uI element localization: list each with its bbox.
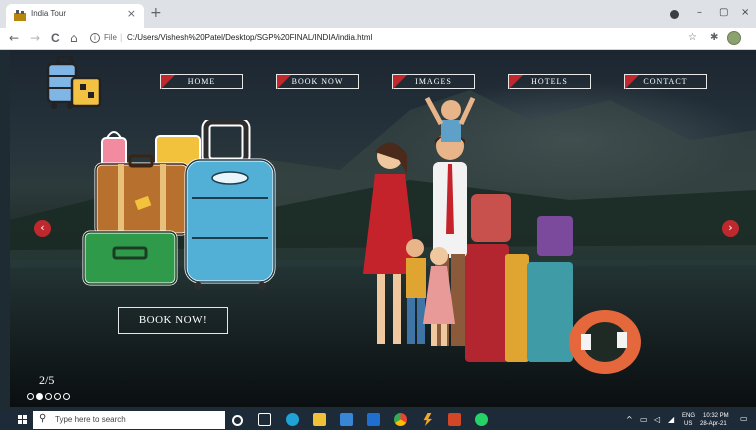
home-button[interactable]: ⌂ (70, 31, 78, 45)
carousel-dot[interactable] (36, 393, 43, 400)
carousel-prev-button[interactable]: ‹ (34, 220, 51, 237)
maximize-button[interactable]: ▢ (719, 7, 728, 18)
nav-label: IMAGES (415, 77, 452, 86)
tab-close-icon[interactable]: × (127, 7, 136, 20)
whatsapp-icon[interactable] (475, 413, 488, 426)
power-automate-icon[interactable] (423, 413, 433, 426)
powerpoint-icon[interactable] (448, 413, 461, 426)
mail-icon[interactable] (367, 413, 380, 426)
taskbar: ⚲ Type here to search ^ ▭ ◁ ◢ ENG US 10:… (0, 410, 756, 430)
carousel-dot[interactable] (54, 393, 61, 400)
search-icon: ⚲ (39, 413, 47, 424)
task-view-icon[interactable] (258, 413, 271, 426)
carousel-dot[interactable] (63, 393, 70, 400)
language-top[interactable]: ENG (682, 413, 695, 420)
browser-tab-bar: India Tour × + – ▢ × (0, 0, 756, 28)
star-icon[interactable]: ☆ (688, 32, 697, 43)
nav-book-now[interactable]: BOOK NOW (276, 74, 359, 89)
taskbar-search-input[interactable]: ⚲ Type here to search (33, 411, 225, 429)
nav-images[interactable]: IMAGES (392, 74, 475, 89)
network-icon[interactable]: ◢ (668, 415, 674, 424)
avatar[interactable] (727, 31, 741, 45)
info-icon[interactable]: i (90, 33, 100, 43)
clock-date[interactable]: 28-Apr-21 (700, 421, 727, 428)
language-bottom[interactable]: US (684, 421, 692, 428)
forward-button[interactable]: → (30, 31, 40, 45)
nav-label: HOME (187, 77, 216, 86)
volume-icon[interactable]: ◁ (654, 415, 660, 424)
nav-contact[interactable]: CONTACT (624, 74, 707, 89)
carousel-dot[interactable] (45, 393, 52, 400)
browser-tab[interactable]: India Tour × (6, 4, 144, 28)
nav-label: HOTELS (531, 77, 568, 86)
minimize-button[interactable]: – (697, 7, 702, 18)
notification-icon[interactable]: ▭ (740, 414, 748, 423)
edge-icon[interactable] (286, 413, 299, 426)
cortana-icon[interactable] (232, 415, 243, 426)
nav-home[interactable]: HOME (160, 74, 243, 89)
battery-icon[interactable]: ▭ (640, 415, 648, 424)
tab-title: India Tour (31, 9, 66, 18)
hero-page: HOME BOOK NOW IMAGES HOTELS CONTACT ‹ › (10, 50, 756, 407)
new-tab-button[interactable]: + (150, 6, 162, 20)
chrome-icon[interactable] (394, 413, 407, 426)
tray-overflow-icon[interactable]: ^ (626, 415, 633, 424)
family-illustration (363, 96, 641, 374)
nav-label: CONTACT (643, 77, 688, 86)
url-field[interactable]: C:/Users/Vishesh%20Patel/Desktop/SGP%20F… (127, 33, 372, 42)
carousel-next-button[interactable]: › (722, 220, 739, 237)
nav-label: BOOK NOW (291, 77, 344, 86)
carousel-dot[interactable] (27, 393, 34, 400)
search-placeholder: Type here to search (55, 415, 126, 424)
book-now-button[interactable]: BOOK NOW! (118, 307, 228, 334)
back-button[interactable]: ← (9, 31, 19, 45)
url-separator: | (120, 32, 123, 42)
close-window-button[interactable]: × (741, 7, 749, 18)
luggage-illustration (82, 120, 276, 290)
puzzle-icon[interactable]: ✱ (710, 32, 718, 43)
reload-button[interactable]: C (51, 31, 60, 45)
tab-favicon-icon (14, 10, 26, 21)
url-scheme: File (104, 33, 117, 42)
file-explorer-icon[interactable] (313, 413, 326, 426)
store-icon[interactable] (340, 413, 353, 426)
slide-counter: 2/5 (39, 373, 55, 387)
nav-hotels[interactable]: HOTELS (508, 74, 591, 89)
windows-start-icon[interactable] (18, 415, 28, 425)
record-icon[interactable] (670, 10, 679, 19)
clock-time[interactable]: 10:32 PM (703, 413, 729, 420)
address-bar: ← → C ⌂ i File | C:/Users/Vishesh%20Pate… (0, 28, 756, 50)
site-logo[interactable] (44, 56, 106, 112)
